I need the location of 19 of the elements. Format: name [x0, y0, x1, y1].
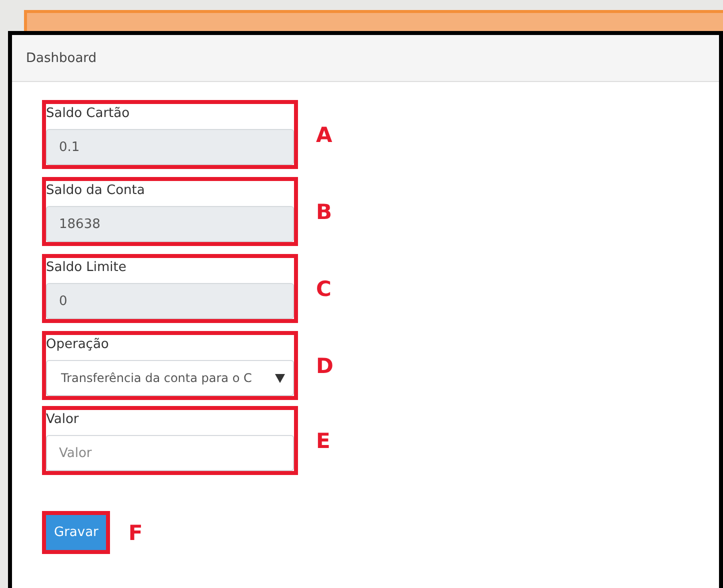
annotation-letter: B — [316, 200, 332, 224]
save-button[interactable]: Gravar — [46, 515, 106, 550]
field-label: Saldo Cartão — [46, 105, 131, 121]
panel-title: Dashboard — [26, 50, 97, 66]
annotation-letter: C — [316, 276, 332, 300]
field-label: Valor — [46, 411, 80, 427]
readonly-field[interactable]: 18638 — [46, 206, 294, 242]
field-label: Saldo da Conta — [46, 182, 146, 198]
caret-icon — [275, 374, 285, 382]
annotation-letter: E — [316, 428, 330, 452]
readonly-field[interactable]: 0.1 — [46, 129, 294, 165]
annotation-letter: F — [128, 520, 143, 544]
dropdown[interactable]: Transferência da conta para o C — [46, 360, 294, 396]
field-label: Operação — [46, 336, 110, 352]
annotation-letter: D — [316, 354, 334, 378]
field-label: Saldo Limite — [46, 259, 128, 275]
annotation-letter: A — [316, 122, 332, 146]
readonly-field[interactable]: 0 — [46, 283, 294, 319]
input-field[interactable]: Valor — [46, 435, 294, 471]
